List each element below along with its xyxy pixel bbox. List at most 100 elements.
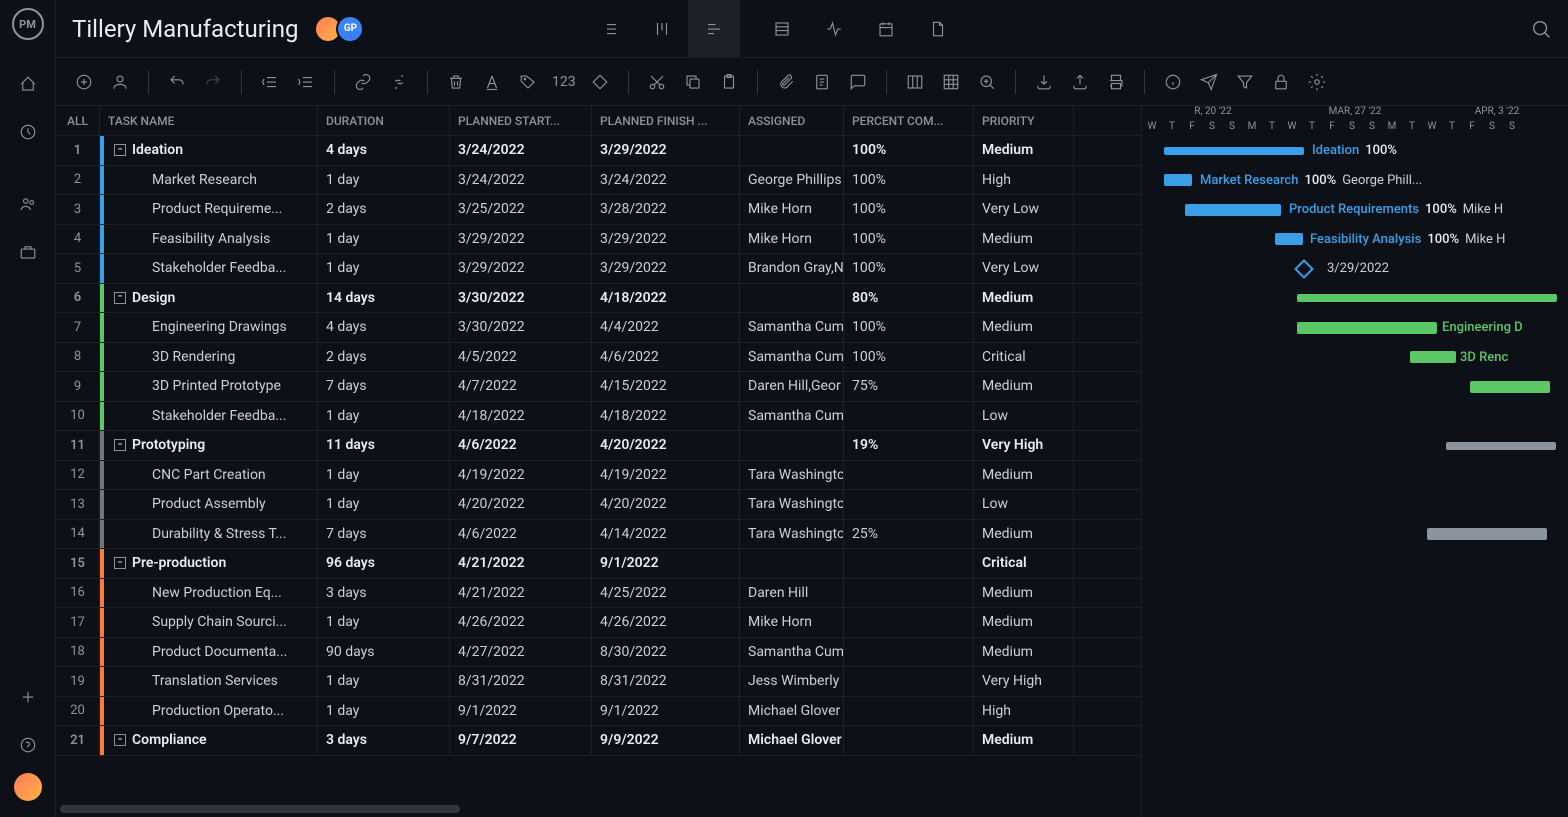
cell-percent[interactable]: 75% (844, 372, 974, 401)
cell-finish[interactable]: 4/18/2022 (592, 402, 740, 431)
cell-start[interactable]: 8/31/2022 (450, 667, 592, 696)
cell-finish[interactable]: 4/18/2022 (592, 284, 740, 313)
cell-assigned[interactable] (740, 284, 844, 313)
unlink-icon[interactable] (387, 70, 411, 94)
cell-percent[interactable]: 100% (844, 166, 974, 195)
cell-assigned[interactable] (740, 549, 844, 578)
help-icon[interactable] (8, 725, 48, 765)
task-row[interactable]: 15 −Pre-production 96 days 4/21/2022 9/1… (56, 549, 1141, 579)
cell-start[interactable]: 4/26/2022 (450, 608, 592, 637)
grid-icon[interactable] (939, 70, 963, 94)
gantt-row[interactable] (1142, 697, 1568, 727)
cell-start[interactable]: 4/18/2022 (450, 402, 592, 431)
milestone-icon[interactable] (588, 70, 612, 94)
cell-assigned[interactable]: Daren Hill,Geor (740, 372, 844, 401)
collapse-icon[interactable]: − (114, 439, 126, 451)
info-icon[interactable] (1161, 70, 1185, 94)
task-row[interactable]: 5 Stakeholder Feedba... 1 day 3/29/2022 … (56, 254, 1141, 284)
cell-assigned[interactable]: Mike Horn (740, 608, 844, 637)
cell-priority[interactable]: Medium (974, 579, 1074, 608)
task-row[interactable]: 10 Stakeholder Feedba... 1 day 4/18/2022… (56, 402, 1141, 432)
cell-start[interactable]: 3/24/2022 (450, 166, 592, 195)
settings-icon[interactable] (1305, 70, 1329, 94)
gantt-chart[interactable]: R, 20 '22MAR, 27 '22APR, 3 '22 WTFSSMTWT… (1141, 106, 1568, 817)
print-icon[interactable] (1104, 70, 1128, 94)
cell-duration[interactable]: 7 days (318, 372, 450, 401)
gantt-bar[interactable] (1297, 294, 1557, 302)
cell-finish[interactable]: 4/25/2022 (592, 579, 740, 608)
cell-finish[interactable]: 3/29/2022 (592, 225, 740, 254)
cell-percent[interactable] (844, 490, 974, 519)
col-planned-start[interactable]: PLANNED START... (450, 106, 592, 135)
cell-percent[interactable]: 80% (844, 284, 974, 313)
task-row[interactable]: 19 Translation Services 1 day 8/31/2022 … (56, 667, 1141, 697)
cell-priority[interactable]: Very Low (974, 195, 1074, 224)
gantt-row[interactable] (1142, 726, 1568, 756)
cell-assigned[interactable]: Samantha Cum (740, 638, 844, 667)
task-row[interactable]: 18 Product Documenta... 90 days 4/27/202… (56, 638, 1141, 668)
export-icon[interactable] (1068, 70, 1092, 94)
send-icon[interactable] (1197, 70, 1221, 94)
cell-start[interactable]: 4/21/2022 (450, 579, 592, 608)
cell-assigned[interactable]: George Phillips (740, 166, 844, 195)
app-logo[interactable]: PM (12, 8, 44, 40)
col-planned-finish[interactable]: PLANNED FINISH ... (592, 106, 740, 135)
cell-percent[interactable] (844, 549, 974, 578)
milestone-marker[interactable] (1294, 259, 1314, 279)
cell-finish[interactable]: 8/30/2022 (592, 638, 740, 667)
gantt-row[interactable] (1142, 579, 1568, 609)
cell-duration[interactable]: 4 days (318, 136, 450, 165)
gantt-bar[interactable] (1275, 233, 1303, 245)
cell-finish[interactable]: 4/14/2022 (592, 520, 740, 549)
delete-icon[interactable] (444, 70, 468, 94)
gantt-row[interactable]: Ideation100% (1142, 136, 1568, 166)
outdent-icon[interactable] (258, 70, 282, 94)
gantt-row[interactable]: 3D Renc (1142, 343, 1568, 373)
col-percent[interactable]: PERCENT COM... (844, 106, 974, 135)
cell-start[interactable]: 3/30/2022 (450, 284, 592, 313)
task-row[interactable]: 4 Feasibility Analysis 1 day 3/29/2022 3… (56, 225, 1141, 255)
cell-duration[interactable]: 7 days (318, 520, 450, 549)
gantt-row[interactable] (1142, 461, 1568, 491)
cell-duration[interactable]: 2 days (318, 343, 450, 372)
cell-priority[interactable]: High (974, 697, 1074, 726)
col-task-name[interactable]: TASK NAME (100, 106, 318, 135)
cell-start[interactable]: 3/25/2022 (450, 195, 592, 224)
gantt-bar[interactable] (1470, 381, 1550, 393)
tag-icon[interactable] (516, 70, 540, 94)
add-task-icon[interactable] (72, 70, 96, 94)
cell-finish[interactable]: 9/9/2022 (592, 726, 740, 755)
cell-assigned[interactable]: Samantha Cum (740, 313, 844, 342)
redo-icon[interactable] (201, 70, 225, 94)
cell-assigned[interactable] (740, 431, 844, 460)
task-row[interactable]: 9 3D Printed Prototype 7 days 4/7/2022 4… (56, 372, 1141, 402)
cell-assigned[interactable]: Michael Glover (740, 726, 844, 755)
cell-duration[interactable]: 1 day (318, 608, 450, 637)
cell-percent[interactable] (844, 608, 974, 637)
collapse-icon[interactable]: − (114, 734, 126, 746)
gantt-row[interactable]: Product Requirements100%Mike H (1142, 195, 1568, 225)
view-activity-icon[interactable] (808, 0, 860, 58)
cell-start[interactable]: 9/1/2022 (450, 697, 592, 726)
cell-start[interactable]: 3/29/2022 (450, 254, 592, 283)
cell-finish[interactable]: 4/20/2022 (592, 490, 740, 519)
cell-priority[interactable]: Low (974, 402, 1074, 431)
cell-finish[interactable]: 3/29/2022 (592, 254, 740, 283)
task-row[interactable]: 12 CNC Part Creation 1 day 4/19/2022 4/1… (56, 461, 1141, 491)
cell-start[interactable]: 3/29/2022 (450, 225, 592, 254)
cell-priority[interactable]: Medium (974, 520, 1074, 549)
cell-percent[interactable]: 100% (844, 313, 974, 342)
cell-priority[interactable]: High (974, 166, 1074, 195)
cell-assigned[interactable]: Mike Horn (740, 195, 844, 224)
cell-finish[interactable]: 3/29/2022 (592, 136, 740, 165)
col-duration[interactable]: DURATION (318, 106, 450, 135)
task-row[interactable]: 2 Market Research 1 day 3/24/2022 3/24/2… (56, 166, 1141, 196)
columns-icon[interactable] (903, 70, 927, 94)
cell-assigned[interactable]: Tara Washingto (740, 461, 844, 490)
cell-assigned[interactable]: Mike Horn (740, 225, 844, 254)
import-icon[interactable] (1032, 70, 1056, 94)
cell-start[interactable]: 4/20/2022 (450, 490, 592, 519)
cell-assigned[interactable] (740, 136, 844, 165)
user-avatar[interactable] (14, 773, 42, 801)
zoom-icon[interactable] (975, 70, 999, 94)
